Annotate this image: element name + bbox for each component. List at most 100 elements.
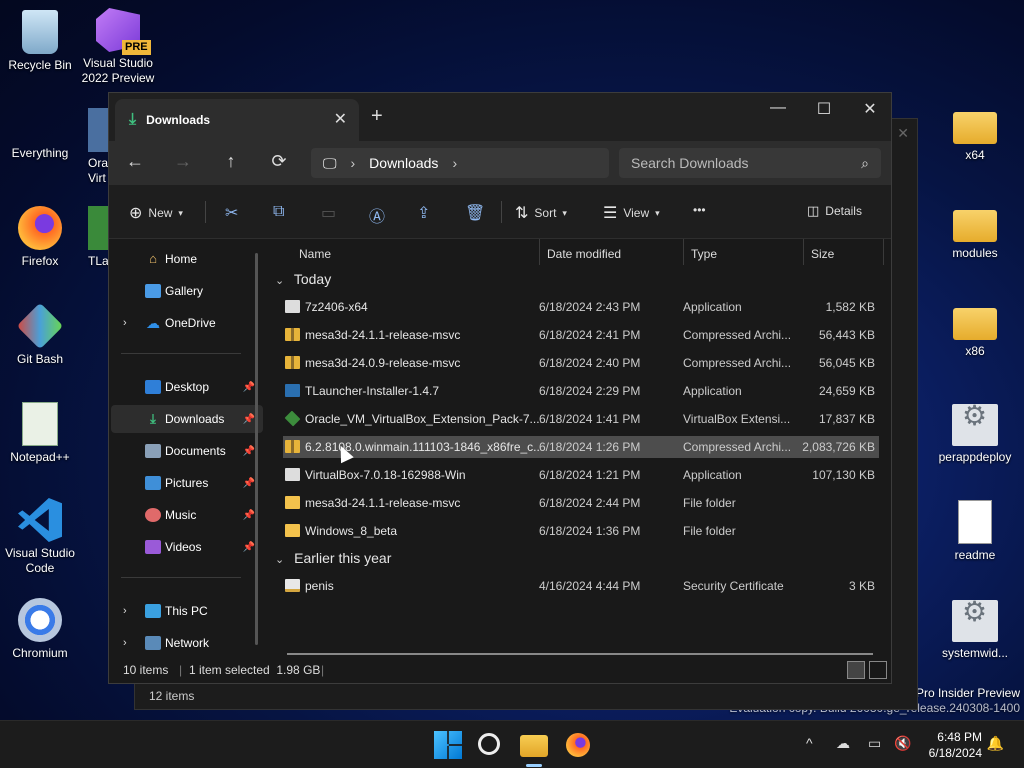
file-row[interactable]: 6.2.8108.0.winmain.111103-1846_x86fre_c.… — [283, 436, 879, 458]
pin-icon[interactable]: 📌 — [243, 478, 255, 489]
desktop-icon-x86[interactable]: x86 — [935, 300, 1015, 359]
monitor-icon[interactable]: 🖵 — [323, 155, 337, 172]
new-button[interactable]: ⊕ New ▾ — [129, 203, 183, 223]
desktop-icon-modules[interactable]: modules — [935, 202, 1015, 261]
desktop-icon-readme[interactable]: readme — [935, 500, 1015, 563]
chevron-right-icon[interactable]: › — [123, 637, 127, 649]
pin-icon[interactable]: 📌 — [243, 382, 255, 393]
sidebar-item-gallery[interactable]: Gallery — [111, 277, 263, 305]
refresh-button[interactable]: ⟳ — [267, 151, 291, 172]
file-row[interactable]: VirtualBox-7.0.18-162988-Win 6/18/2024 1:… — [283, 464, 879, 486]
file-list[interactable]: Name Date modified Type Size ⌄ Today 7z2… — [267, 239, 891, 659]
desktop-icon-notepad-plus-plus[interactable]: Notepad++ — [0, 402, 80, 465]
column-header-date[interactable]: Date modified — [547, 247, 621, 261]
sidebar-item-onedrive[interactable]: › ☁ OneDrive — [111, 309, 263, 337]
sidebar-item-documents[interactable]: Documents 📌 — [111, 437, 263, 465]
column-divider[interactable] — [539, 239, 540, 265]
file-row[interactable]: TLauncher-Installer-1.4.7 6/18/2024 2:29 … — [283, 380, 879, 402]
column-divider[interactable] — [883, 239, 884, 265]
onedrive-offline-icon[interactable]: ☁ — [836, 735, 850, 752]
volume-muted-icon[interactable]: 🔇 — [894, 735, 911, 752]
sort-button[interactable]: ⇅ Sort ▾ — [515, 203, 567, 223]
sidebar-item-videos[interactable]: Videos 📌 — [111, 533, 263, 561]
chevron-right-icon[interactable]: › — [123, 605, 127, 617]
up-button[interactable]: ↑ — [219, 151, 243, 172]
view-button[interactable]: ☰ View ▾ — [603, 203, 660, 223]
column-header-name[interactable]: Name — [299, 247, 331, 261]
file-row[interactable]: mesa3d-24.1.1-release-msvc 6/18/2024 2:41… — [283, 324, 879, 346]
paste-button[interactable]: ▭ — [321, 203, 336, 223]
more-options-button[interactable]: ••• — [693, 203, 706, 217]
file-row[interactable]: penis 4/16/2024 4:44 PM Security Certifica… — [283, 575, 879, 597]
chevron-right-icon[interactable]: › — [123, 317, 127, 329]
file-explorer-window[interactable]: ⤓ Downloads ✕ + — ☐ ✕ ← → ↑ ⟳ 🖵 › Downlo… — [108, 92, 892, 684]
details-view-toggle[interactable] — [847, 661, 865, 679]
sidebar-item-music[interactable]: Music 📌 — [111, 501, 263, 529]
cut-button[interactable]: ✂ — [225, 203, 238, 223]
address-bar[interactable]: 🖵 › Downloads › — [311, 148, 609, 178]
navigation-pane[interactable]: ⌂ Home Gallery › ☁ OneDrive Desktop 📌 ⤓ … — [109, 239, 267, 659]
delete-button[interactable]: 🗑 — [465, 203, 485, 223]
breadcrumb-downloads[interactable]: Downloads — [369, 155, 438, 171]
system-clock[interactable]: 6:48 PM 6/18/2024 — [929, 729, 982, 761]
group-header-today[interactable]: ⌄ Today — [275, 271, 331, 287]
desktop-icon-firefox[interactable]: Firefox — [0, 206, 80, 269]
desktop-icon-recycle-bin[interactable]: Recycle Bin — [0, 10, 80, 73]
desktop-icon-everything[interactable]: Everything — [0, 108, 567, 161]
file-row[interactable]: mesa3d-24.1.1-release-msvc 6/18/2024 2:44… — [283, 492, 879, 514]
taskbar-firefox[interactable] — [566, 733, 590, 757]
close-icon[interactable]: ✕ — [897, 125, 909, 142]
forward-button[interactable]: → — [171, 151, 195, 172]
share-button[interactable]: ⇪ — [417, 203, 430, 223]
pin-icon[interactable]: 📌 — [243, 414, 255, 425]
title-bar[interactable]: ⤓ Downloads ✕ + — ☐ ✕ — [109, 93, 891, 141]
pin-icon[interactable]: 📌 — [243, 510, 255, 521]
breadcrumb-separator[interactable]: › — [351, 155, 356, 171]
details-pane-button[interactable]: ◫ Details — [807, 203, 862, 219]
desktop-icon-perappdeploy[interactable]: perappdeploy — [935, 404, 1015, 465]
tiles-view-toggle[interactable] — [869, 661, 887, 679]
sidebar-item-this-pc[interactable]: › This PC — [111, 597, 263, 625]
copy-button[interactable]: ⧉ — [273, 203, 284, 221]
file-row[interactable]: Oracle_VM_VirtualBox_Extension_Pack-7...… — [283, 408, 879, 430]
desktop-icon-visual-studio-2022[interactable]: PRE Visual Studio 2022 Preview — [78, 8, 158, 86]
back-button[interactable]: ← — [123, 151, 147, 172]
search-input[interactable]: Search Downloads ⌕ — [619, 148, 881, 178]
desktop-icon-systemwide[interactable]: systemwid... — [935, 600, 1015, 661]
notification-bell-icon[interactable]: 🔔 — [987, 735, 1004, 752]
desktop-icon-chromium[interactable]: Chromium — [0, 598, 80, 661]
sidebar-item-pictures[interactable]: Pictures 📌 — [111, 469, 263, 497]
network-icon[interactable]: ▭ — [868, 735, 881, 752]
start-button[interactable] — [434, 731, 462, 759]
rename-button[interactable]: Ⓐ — [369, 203, 385, 227]
column-divider[interactable] — [683, 239, 684, 265]
breadcrumb-separator[interactable]: › — [452, 155, 457, 171]
column-header-type[interactable]: Type — [691, 247, 717, 261]
desktop-icon-git-bash[interactable]: Git Bash — [0, 302, 80, 367]
desktop-icon-vscode[interactable]: Visual Studio Code — [0, 498, 80, 576]
tab-close-button[interactable]: ✕ — [334, 109, 347, 129]
file-row[interactable]: Windows_8_beta 6/18/2024 1:36 PM File fold… — [283, 520, 879, 542]
tray-overflow-button[interactable]: ^ — [806, 735, 813, 751]
minimize-button[interactable]: — — [755, 99, 801, 117]
taskbar-file-explorer[interactable] — [520, 735, 548, 757]
file-row[interactable]: mesa3d-24.0.9-release-msvc 6/18/2024 2:40… — [283, 352, 879, 374]
maximize-button[interactable]: ☐ — [801, 99, 847, 119]
pin-icon[interactable]: 📌 — [243, 542, 255, 553]
column-divider[interactable] — [803, 239, 804, 265]
group-header-earlier-this-year[interactable]: ⌄ Earlier this year — [275, 550, 391, 566]
desktop-icon-x64[interactable]: x64 — [935, 104, 1015, 163]
file-row[interactable]: 7z2406-x64 6/18/2024 2:43 PM Application 1,… — [283, 296, 879, 318]
taskbar-search-button[interactable] — [478, 733, 500, 755]
pin-icon[interactable]: 📌 — [243, 446, 255, 457]
sidebar-item-downloads[interactable]: ⤓ Downloads 📌 — [111, 405, 263, 433]
close-button[interactable]: ✕ — [847, 99, 893, 119]
sidebar-item-desktop[interactable]: Desktop 📌 — [111, 373, 263, 401]
sidebar-item-home[interactable]: ⌂ Home — [111, 245, 263, 273]
sidebar-item-network[interactable]: › Network — [111, 629, 263, 657]
horizontal-scrollbar[interactable] — [287, 653, 873, 655]
column-header-size[interactable]: Size — [811, 247, 834, 261]
nav-scrollbar[interactable] — [255, 253, 258, 645]
tab-downloads[interactable]: ⤓ Downloads ✕ — [115, 99, 359, 141]
new-tab-button[interactable]: + — [371, 105, 383, 128]
